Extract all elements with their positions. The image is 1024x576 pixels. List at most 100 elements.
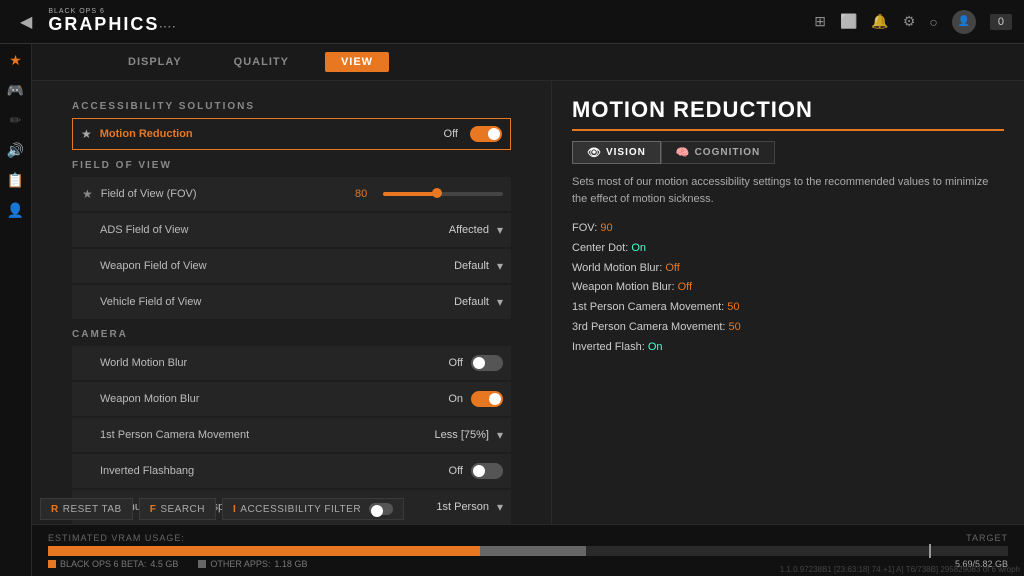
- fov-star-icon[interactable]: ★: [82, 187, 93, 201]
- topbar-right: ⊞ ⬜ 🔔 ⚙ ○ 👤 0: [814, 10, 1012, 34]
- topbar-left: ◀ BLACK OPS 6 GRAPHICS····: [12, 8, 177, 36]
- detail-tabs: 👁 VISION 🧠 COGNITION: [572, 141, 1004, 164]
- search-key-icon: F: [150, 504, 157, 515]
- vram-bar-other: [480, 546, 586, 556]
- vram-bar: [48, 546, 1008, 556]
- avatar[interactable]: 👤: [952, 10, 976, 34]
- weapon-motion-blur-value: On: [448, 393, 463, 405]
- grid-icon[interactable]: ⊞: [814, 13, 826, 30]
- first-person-camera-value: Less [75%]: [435, 429, 489, 441]
- detail-1st-person-cam: 1st Person Camera Movement: 50: [572, 298, 1004, 318]
- ads-fov-chevron-icon: ▾: [497, 223, 503, 237]
- bo6-legend-value: 4.5 GB: [150, 559, 178, 569]
- fov-key: FOV:: [572, 222, 600, 234]
- world-motion-blur-label: World Motion Blur: [100, 357, 449, 369]
- bell-icon[interactable]: 🔔: [871, 13, 888, 30]
- back-button[interactable]: ◀: [12, 8, 40, 36]
- detail-weapon-motion-blur: Weapon Motion Blur: Off: [572, 278, 1004, 298]
- first-cam-key: 1st Person Camera Movement:: [572, 301, 727, 313]
- tab-view[interactable]: VIEW: [325, 52, 389, 72]
- motion-reduction-value: Off: [444, 128, 458, 140]
- world-blur-key: World Motion Blur:: [572, 262, 665, 274]
- weapon-motion-blur-label: Weapon Motion Blur: [100, 393, 448, 405]
- reset-tab-button[interactable]: R RESET TAB: [40, 498, 133, 520]
- detail-title: Motion Reduction: [572, 97, 1004, 131]
- footer-buttons: R RESET TAB F SEARCH I ACCESSIBILITY FIL…: [40, 498, 404, 520]
- reset-tab-label: RESET TAB: [63, 504, 122, 515]
- accessibility-section-header: ACCESSIBILITY SOLUTIONS: [72, 101, 511, 112]
- accessibility-filter-button[interactable]: I ACCESSIBILITY FILTER: [222, 498, 404, 520]
- vision-tab-label: VISION: [606, 147, 646, 158]
- other-legend-value: 1.18 GB: [274, 559, 307, 569]
- motion-reduction-toggle[interactable]: [470, 126, 502, 142]
- detail-description: Sets most of our motion accessibility se…: [572, 174, 1004, 207]
- detail-panel: Motion Reduction 👁 VISION 🧠 COGNITION Se…: [552, 81, 1024, 576]
- weapon-motion-blur-row[interactable]: Weapon Motion Blur On: [72, 382, 511, 416]
- gear-icon[interactable]: ⚙: [903, 13, 916, 30]
- motion-reduction-star-icon[interactable]: ★: [81, 127, 92, 141]
- nav-list-icon[interactable]: 📋: [7, 172, 25, 190]
- vehicle-fov-chevron-icon: ▾: [497, 295, 503, 309]
- tab-quality[interactable]: QUALITY: [218, 52, 305, 72]
- ads-fov-value: Affected: [449, 224, 489, 236]
- fov-slider[interactable]: [383, 192, 503, 196]
- motion-reduction-row[interactable]: ★ Motion Reduction Off: [72, 118, 511, 150]
- world-motion-blur-value: Off: [449, 357, 463, 369]
- inverted-flashbang-toggle[interactable]: [471, 463, 503, 479]
- fov-section-header: FIELD OF VIEW: [72, 160, 511, 171]
- ads-fov-row[interactable]: ADS Field of View Affected ▾: [72, 213, 511, 247]
- bo6-legend-dot: [48, 560, 56, 568]
- center-dot-key: Center Dot:: [572, 242, 631, 254]
- accessibility-filter-toggle[interactable]: [369, 503, 393, 515]
- search-button[interactable]: F SEARCH: [139, 498, 216, 520]
- search-circle-icon[interactable]: ○: [929, 14, 937, 30]
- inverted-flashbang-row[interactable]: Inverted Flashbang Off: [72, 454, 511, 488]
- vram-target-label: TARGET: [966, 533, 1008, 543]
- inverted-flash-val: On: [648, 341, 663, 353]
- weapon-blur-key: Weapon Motion Blur:: [572, 281, 678, 293]
- detail-center-dot: Center Dot: On: [572, 239, 1004, 259]
- nav-user-icon[interactable]: 👤: [7, 202, 25, 220]
- detail-tab-cognition[interactable]: 🧠 COGNITION: [661, 141, 775, 164]
- weapon-fov-label: Weapon Field of View: [100, 260, 454, 272]
- tab-display[interactable]: DISPLAY: [112, 52, 198, 72]
- nav-star-icon[interactable]: ★: [7, 52, 25, 70]
- detail-tab-vision[interactable]: 👁 VISION: [572, 141, 661, 164]
- first-person-camera-chevron-icon: ▾: [497, 428, 503, 442]
- detail-inverted-flash: Inverted Flash: On: [572, 338, 1004, 358]
- vram-labels: ESTIMATED VRAM USAGE: TARGET: [48, 533, 1008, 543]
- fov-label: Field of View (FOV): [101, 188, 355, 200]
- nav-sound-icon[interactable]: 🔊: [7, 142, 25, 160]
- monitor-icon[interactable]: ⬜: [840, 13, 857, 30]
- cognition-icon: 🧠: [676, 146, 691, 159]
- third-cam-key: 3rd Person Camera Movement:: [572, 321, 729, 333]
- fov-row[interactable]: ★ Field of View (FOV) 80: [72, 177, 511, 211]
- fov-slider-fill: [383, 192, 437, 196]
- vram-legend-other: OTHER APPS: 1.18 GB: [198, 559, 307, 569]
- inverted-flash-key: Inverted Flash:: [572, 341, 648, 353]
- fov-value: 80: [355, 188, 375, 200]
- camera-section-header: CAMERA: [72, 329, 511, 340]
- world-motion-blur-toggle[interactable]: [471, 355, 503, 371]
- detail-values: FOV: 90 Center Dot: On World Motion Blur…: [572, 219, 1004, 358]
- nav-controller-icon[interactable]: 🎮: [7, 82, 25, 100]
- search-label: SEARCH: [160, 504, 205, 515]
- weapon-fov-row[interactable]: Weapon Field of View Default ▾: [72, 249, 511, 283]
- first-cam-val: 50: [727, 301, 739, 313]
- world-blur-val: Off: [665, 262, 679, 274]
- fov-val: 90: [600, 222, 612, 234]
- bo6-legend-label: BLACK OPS 6 BETA:: [60, 559, 146, 569]
- vehicle-fov-row[interactable]: Vehicle Field of View Default ▾: [72, 285, 511, 319]
- world-motion-blur-row[interactable]: World Motion Blur Off: [72, 346, 511, 380]
- weapon-motion-blur-toggle[interactable]: [471, 391, 503, 407]
- main-layout: ★ 🎮 ✏ 🔊 📋 👤 DISPLAY QUALITY VIEW ACCESSI…: [0, 44, 1024, 576]
- other-legend-label: OTHER APPS:: [210, 559, 270, 569]
- weapon-fov-chevron-icon: ▾: [497, 259, 503, 273]
- first-person-camera-label: 1st Person Camera Movement: [100, 429, 435, 441]
- vehicle-fov-value: Default: [454, 296, 489, 308]
- other-legend-dot: [198, 560, 206, 568]
- nav-edit-icon[interactable]: ✏: [7, 112, 25, 130]
- first-person-camera-row[interactable]: 1st Person Camera Movement Less [75%] ▾: [72, 418, 511, 452]
- accessibility-filter-label: ACCESSIBILITY FILTER: [240, 504, 361, 515]
- reset-key-icon: R: [51, 504, 59, 515]
